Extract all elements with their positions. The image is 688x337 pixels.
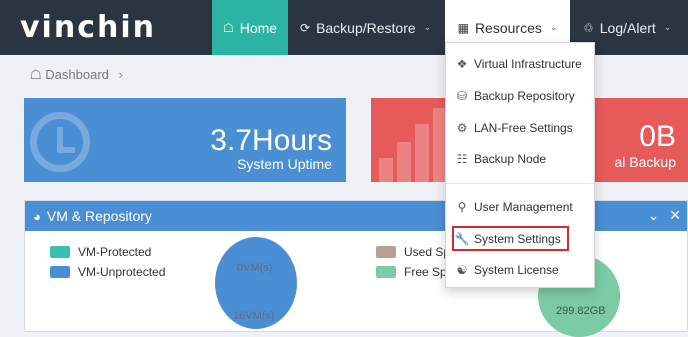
menu-item-label: LAN-Free Settings xyxy=(474,121,573,135)
close-icon[interactable]: ✕ xyxy=(669,207,681,223)
menu-item-label: Virtual Infrastructure xyxy=(474,57,582,71)
menu-item-label: User Management xyxy=(474,200,573,214)
chevron-down-icon: ⌄ xyxy=(663,22,672,32)
breadcrumb-dashboard[interactable]: Dashboard xyxy=(45,67,109,82)
breadcrumb-separator: › xyxy=(118,67,123,82)
user-icon: ⚲ xyxy=(457,200,467,214)
legend-vm-protected: VM-Protected xyxy=(50,245,151,259)
menu-item-label: Backup Repository xyxy=(474,89,575,103)
bar-chart-icon xyxy=(379,108,449,182)
cogs-icon: ⚙ xyxy=(456,121,468,135)
menu-item-backup-repository[interactable]: ⛁ Backup Repository xyxy=(454,89,575,103)
nav-backup-restore-label: Backup/Restore xyxy=(316,19,416,36)
uptime-label: System Uptime xyxy=(237,156,332,172)
backup-label: al Backup xyxy=(614,154,676,170)
menu-item-label: Backup Node xyxy=(474,152,547,166)
menu-item-virtual-infrastructure[interactable]: ❖ Virtual Infrastructure xyxy=(454,57,582,71)
breadcrumb: ☖ Dashboard › xyxy=(30,67,123,83)
legend-label: VM-Protected xyxy=(78,245,152,259)
legend-vm-unprotected: VM-Unprotected xyxy=(50,265,165,279)
menu-item-lan-free-settings[interactable]: ⚙ LAN-Free Settings xyxy=(454,121,573,135)
resources-dropdown-menu: ❖ Virtual Infrastructure ⛁ Backup Reposi… xyxy=(445,42,595,288)
free-space-value: 299.82GB xyxy=(556,305,606,317)
database-icon: ⛁ xyxy=(456,89,468,103)
grid-icon: ▦ xyxy=(457,20,469,35)
panel-tools: ⌄ ✕ xyxy=(648,207,681,224)
backup-value: 0B xyxy=(639,120,676,153)
collapse-icon[interactable]: ⌄ xyxy=(648,207,660,223)
nav-log-alert[interactable]: ♲ Log/Alert ⌄ xyxy=(583,0,671,55)
refresh-icon: ⟳ xyxy=(300,20,311,35)
sitemap-icon: ☷ xyxy=(456,152,468,166)
legend-swatch xyxy=(376,266,396,278)
panel-title: VM & Repository xyxy=(46,208,152,224)
nav-home-label: Home xyxy=(239,19,278,36)
cube-icon: ❖ xyxy=(456,57,468,71)
nav-log-alert-label: Log/Alert xyxy=(599,19,656,36)
system-settings-highlight-box xyxy=(452,226,569,251)
legend-label: Used Sp xyxy=(404,245,451,259)
home-icon: ☖ xyxy=(30,67,42,82)
vm-unprotected-count: 16VM(s) xyxy=(233,310,275,322)
bell-icon: ♲ xyxy=(583,20,594,35)
menu-divider xyxy=(446,183,594,184)
clock-icon xyxy=(30,112,90,172)
uptime-tile: 3.7Hours System Uptime xyxy=(24,98,346,182)
chevron-down-icon: ⌄ xyxy=(423,22,432,32)
legend-swatch xyxy=(376,246,396,258)
menu-item-user-management[interactable]: ⚲ User Management xyxy=(454,200,573,214)
menu-item-backup-node[interactable]: ☷ Backup Node xyxy=(454,152,546,166)
nav-home[interactable]: ☖ Home xyxy=(212,0,288,55)
legend-swatch xyxy=(50,266,70,278)
home-icon: ☖ xyxy=(222,20,234,35)
nav-backup-restore[interactable]: ⟳ Backup/Restore ⌄ xyxy=(300,0,431,55)
brand-logo[interactable]: vinchin xyxy=(20,10,156,45)
menu-item-label: System License xyxy=(474,263,559,277)
legend-swatch xyxy=(50,246,70,258)
nav-resources-label: Resources xyxy=(474,19,542,36)
pie-chart-icon: ◕ xyxy=(33,208,41,224)
users-icon: ☯ xyxy=(456,263,468,277)
legend-used-space: Used Sp xyxy=(376,245,450,259)
uptime-value: 3.7Hours xyxy=(210,124,332,157)
legend-free-space: Free Spa xyxy=(376,265,453,279)
vm-protected-count: 0VM(s) xyxy=(237,262,273,274)
chevron-down-icon: ⌄ xyxy=(549,22,558,32)
menu-item-system-license[interactable]: ☯ System License xyxy=(454,263,559,277)
legend-label: VM-Unprotected xyxy=(78,265,166,279)
